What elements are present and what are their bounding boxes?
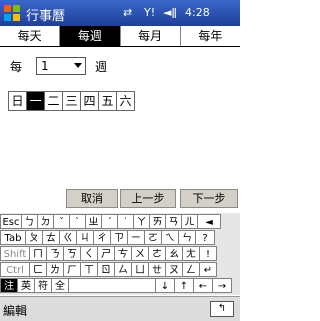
keyboard-row-1: Esc ㄅ ㄉ ˇ ˋ ㄓ ˊ ˙ ㄚ ㄞ ㄢ ㄦ ◄ <box>0 214 221 230</box>
key[interactable]: ㄩ <box>131 262 149 277</box>
key-enter[interactable]: ↵ <box>199 262 217 277</box>
key[interactable]: ㄆ <box>25 230 43 245</box>
chevron-down-icon <box>74 63 82 68</box>
key-zhuyin[interactable]: 注 <box>0 278 18 293</box>
key-down[interactable]: ↓ <box>155 278 175 293</box>
key-space[interactable] <box>68 278 156 293</box>
key[interactable]: ㄍ <box>59 230 77 245</box>
edit-menu[interactable]: 編輯 <box>3 302 27 319</box>
key-left[interactable]: ← <box>193 278 213 293</box>
key[interactable]: ㄡ <box>165 262 183 277</box>
key-backspace[interactable]: ◄ <box>197 214 221 229</box>
volume-icon[interactable]: ◄ǁ <box>163 6 177 19</box>
key[interactable]: ˋ <box>69 214 86 229</box>
key[interactable]: ㄊ <box>42 230 60 245</box>
key[interactable]: ㄙ <box>114 262 132 277</box>
key[interactable]: ㄥ <box>182 262 200 277</box>
key[interactable]: ㄖ <box>97 262 115 277</box>
signal-icon[interactable]: Y! <box>144 6 155 19</box>
weekday-thu[interactable]: 四 <box>81 92 99 110</box>
keyboard-row-2: Tab ㄆ ㄊ ㄍ ㄐ ㄔ ㄗ ㄧ ㄛ ㄟ ㄣ ? <box>0 230 215 246</box>
key[interactable]: ㄨ <box>131 246 149 261</box>
key[interactable]: ㄞ <box>149 214 166 229</box>
recurrence-tabs: 每天 每週 每月 每年 <box>0 26 240 47</box>
tab-weekly[interactable]: 每週 <box>60 26 121 46</box>
key[interactable]: ㄢ <box>165 214 182 229</box>
clock[interactable]: 4:28 <box>185 6 210 19</box>
key[interactable]: ˊ <box>101 214 118 229</box>
next-button[interactable]: 下一步 <box>180 189 238 208</box>
key[interactable]: ㄒ <box>80 262 98 277</box>
key[interactable]: ㄇ <box>29 246 47 261</box>
onscreen-keyboard: Esc ㄅ ㄉ ˇ ˋ ㄓ ˊ ˙ ㄚ ㄞ ㄢ ㄦ ◄ Tab ㄆ ㄊ ㄍ ㄐ … <box>0 213 240 295</box>
key[interactable]: ㄌ <box>46 262 64 277</box>
keyboard-row-4: Ctrl ㄈ ㄌ ㄏ ㄒ ㄖ ㄙ ㄩ ㄝ ㄡ ㄥ ↵ <box>0 262 217 278</box>
key-english[interactable]: 英 <box>17 278 35 293</box>
key[interactable]: ㄛ <box>144 230 162 245</box>
key-ctrl[interactable]: Ctrl <box>0 262 30 277</box>
key-esc[interactable]: Esc <box>0 214 22 229</box>
key-shift[interactable]: Shift <box>0 246 30 261</box>
key-up[interactable]: ↑ <box>174 278 194 293</box>
key[interactable]: ㄟ <box>161 230 179 245</box>
key[interactable]: ㄜ <box>148 246 166 261</box>
weekday-selector: 日 一 二 三 四 五 六 <box>8 91 135 111</box>
connectivity-icon[interactable]: ⇄ <box>123 6 132 19</box>
title-bar: 行事曆 ⇄ Y! ◄ǁ 4:28 <box>0 0 240 26</box>
key[interactable]: ㄉ <box>37 214 54 229</box>
key-right[interactable]: → <box>212 278 232 293</box>
key[interactable]: ㄏ <box>63 262 81 277</box>
interval-value: 1 <box>41 59 49 73</box>
key[interactable]: ? <box>195 230 215 245</box>
weekday-fri[interactable]: 五 <box>99 92 117 110</box>
tab-yearly[interactable]: 每年 <box>181 26 240 46</box>
key[interactable]: ˇ <box>53 214 70 229</box>
key[interactable]: ˙ <box>117 214 134 229</box>
key[interactable]: ! <box>199 246 217 261</box>
key[interactable]: ㄦ <box>181 214 198 229</box>
previous-button[interactable]: 上一步 <box>120 189 176 208</box>
key[interactable]: ㄝ <box>148 262 166 277</box>
weekday-mon[interactable]: 一 <box>27 92 45 110</box>
key-fullwidth[interactable]: 全 <box>51 278 69 293</box>
key[interactable]: ㄈ <box>29 262 47 277</box>
app-title: 行事曆 <box>26 9 66 24</box>
command-bar: 編輯 ↰ <box>0 296 240 321</box>
key-symbol[interactable]: 符 <box>34 278 52 293</box>
key[interactable]: ㄓ <box>85 214 102 229</box>
windows-start-icon[interactable] <box>3 4 21 22</box>
key[interactable]: ㄣ <box>178 230 196 245</box>
key[interactable]: ㄎ <box>63 246 81 261</box>
key[interactable]: ㄑ <box>80 246 98 261</box>
cancel-button[interactable]: 取消 <box>66 189 118 208</box>
key[interactable]: ㄕ <box>97 246 115 261</box>
weekday-sat[interactable]: 六 <box>117 92 134 110</box>
key[interactable]: ㄅ <box>21 214 38 229</box>
keyboard-row-5: 注 英 符 全 ↓ ↑ ← → <box>0 278 232 294</box>
key[interactable]: ㄘ <box>114 246 132 261</box>
weekday-tue[interactable]: 二 <box>45 92 63 110</box>
key[interactable]: ㄔ <box>93 230 111 245</box>
week-unit-label: 週 <box>95 60 108 74</box>
interval-select[interactable]: 1 <box>36 57 86 75</box>
tab-daily[interactable]: 每天 <box>0 26 61 46</box>
key[interactable]: ㄗ <box>110 230 128 245</box>
key[interactable]: ㄋ <box>46 246 64 261</box>
keyboard-row-3: Shift ㄇ ㄋ ㄎ ㄑ ㄕ ㄘ ㄨ ㄜ ㄠ ㄤ ! <box>0 246 217 262</box>
key[interactable]: ㄧ <box>127 230 145 245</box>
tab-monthly[interactable]: 每月 <box>121 26 181 46</box>
key[interactable]: ㄤ <box>182 246 200 261</box>
keyboard-toggle-icon[interactable]: ↰ <box>210 301 234 317</box>
key-tab[interactable]: Tab <box>0 230 26 245</box>
key[interactable]: ㄐ <box>76 230 94 245</box>
key[interactable]: ㄠ <box>165 246 183 261</box>
weekday-wed[interactable]: 三 <box>63 92 81 110</box>
weekday-sun[interactable]: 日 <box>9 92 27 110</box>
every-label: 每 <box>10 60 23 74</box>
key[interactable]: ㄚ <box>133 214 150 229</box>
